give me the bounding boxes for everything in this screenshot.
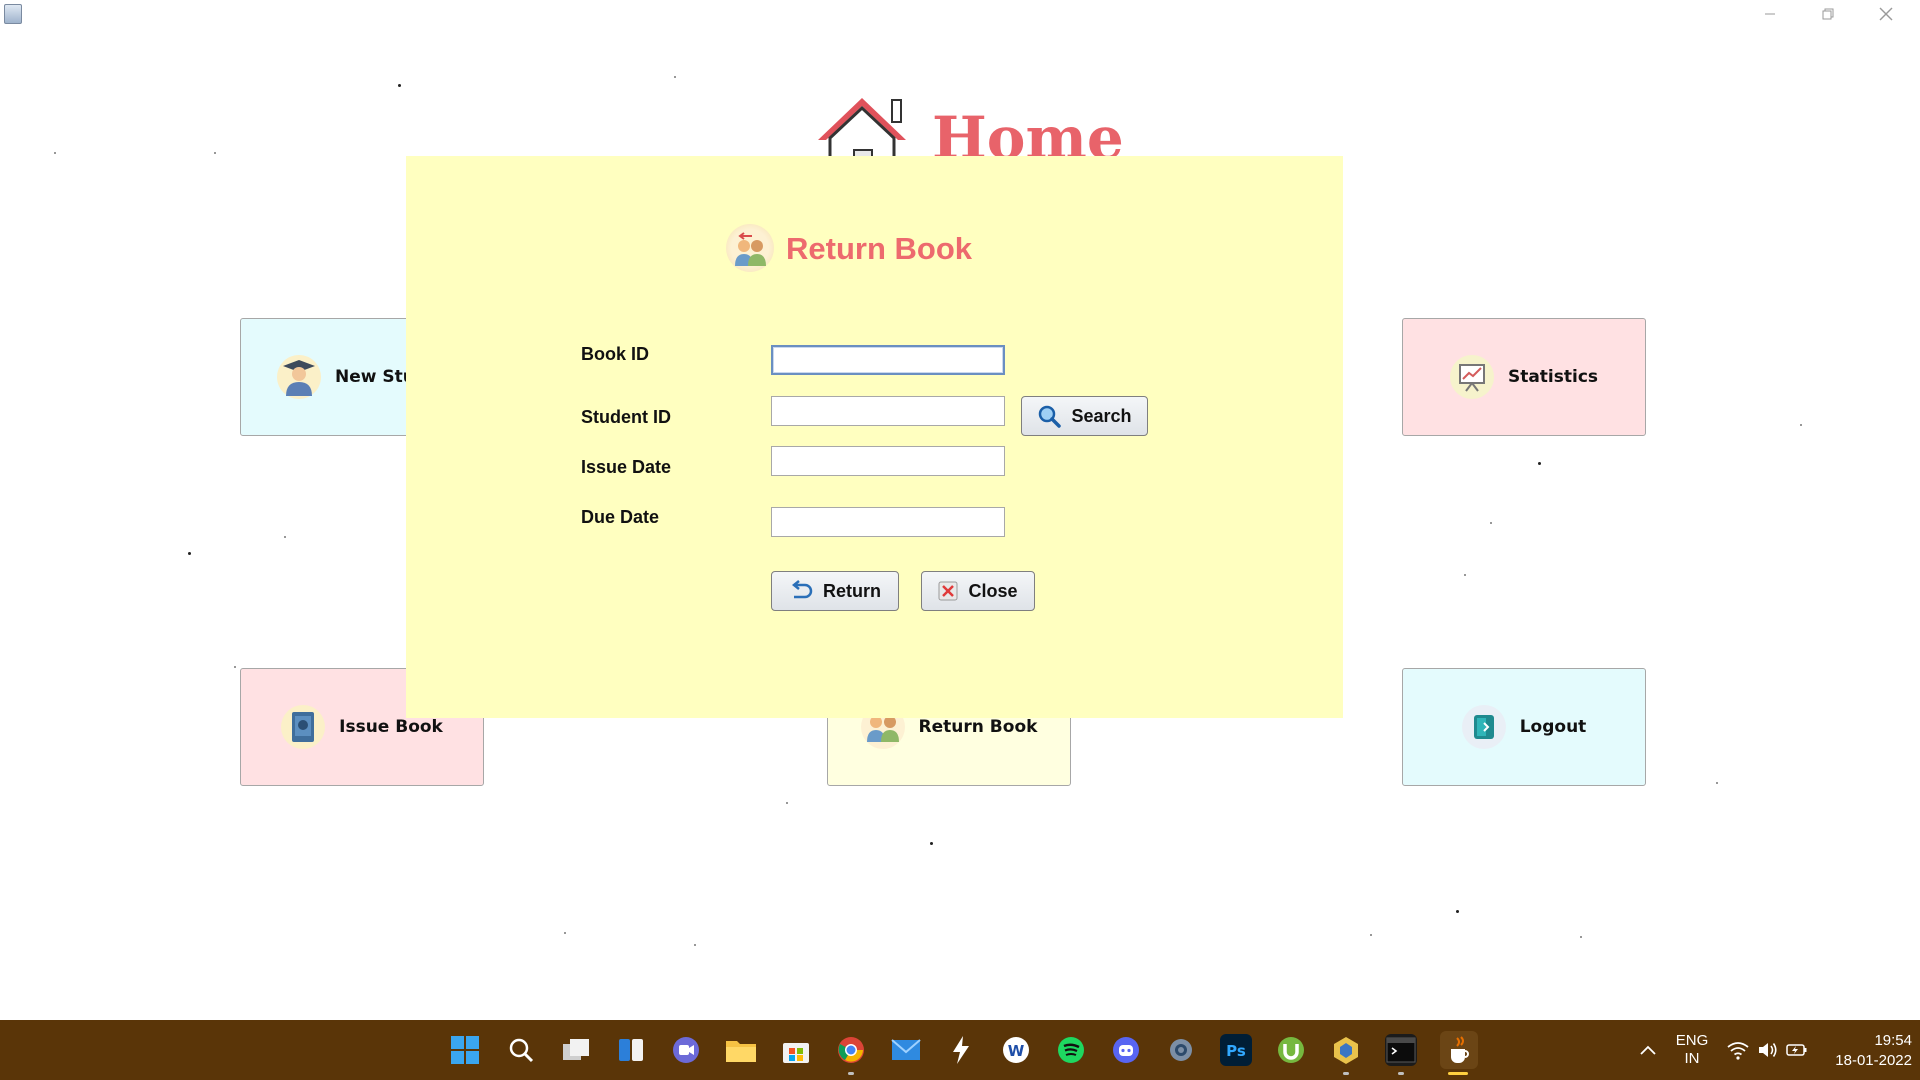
logout-icon — [1461, 705, 1506, 749]
close-button-label: Close — [968, 580, 1018, 601]
language-line1: ENG — [1675, 1032, 1709, 1049]
book-id-input[interactable] — [771, 345, 1005, 375]
home-house-icon — [812, 92, 912, 166]
language-indicator[interactable]: ENG IN — [1668, 1032, 1716, 1068]
speckle — [674, 76, 676, 78]
speckle — [234, 666, 236, 668]
return-arrow-icon — [791, 580, 813, 599]
speckle — [694, 944, 696, 946]
svg-text:W: W — [1008, 1042, 1025, 1060]
file-explorer-icon[interactable] — [725, 1034, 757, 1066]
statistics-icon — [1449, 355, 1494, 399]
issue-date-label: Issue Date — [581, 457, 672, 477]
clock[interactable]: 19:54 18-01-2022 — [1812, 1031, 1912, 1071]
speckle — [54, 152, 56, 154]
java-app-icon[interactable] — [4, 4, 22, 24]
terminal-running-indicator — [1398, 1072, 1404, 1075]
book-id-label: Book ID — [581, 344, 650, 364]
speckle — [1490, 522, 1492, 524]
microsoft-store-icon[interactable] — [780, 1034, 812, 1066]
speckle — [188, 552, 191, 555]
speckle — [284, 536, 286, 538]
minimize-icon[interactable] — [1742, 0, 1798, 28]
return-button-label: Return — [823, 580, 881, 601]
clock-date: 18-01-2022 — [1835, 1052, 1912, 1069]
dialog-title: Return Book — [786, 231, 972, 266]
search-icon — [1039, 405, 1062, 428]
speckle — [398, 84, 401, 87]
tile-new-student-label: New Stu — [335, 367, 415, 387]
speckle — [1538, 462, 1541, 465]
wifi-icon[interactable] — [1722, 1034, 1754, 1066]
virtualbox-like-icon[interactable] — [1330, 1034, 1362, 1066]
tile-statistics-label: Statistics — [1507, 367, 1599, 387]
speckle — [786, 802, 788, 804]
tile-logout[interactable]: Logout — [1402, 668, 1646, 786]
terminal-icon[interactable] — [1385, 1034, 1417, 1066]
student-icon — [277, 355, 321, 399]
issue-date-input[interactable] — [771, 446, 1005, 476]
discord-icon[interactable] — [1110, 1034, 1142, 1066]
tile-statistics[interactable]: Statistics — [1402, 318, 1646, 436]
return-book-title-icon — [726, 224, 774, 272]
due-date-input[interactable] — [771, 507, 1005, 537]
language-line2: IN — [1684, 1050, 1700, 1067]
speckle — [1716, 782, 1718, 784]
java-active-indicator — [1448, 1072, 1468, 1075]
speckle — [214, 152, 216, 154]
search-taskbar-icon[interactable] — [505, 1034, 537, 1066]
chrome-running-indicator — [848, 1072, 854, 1075]
word-like-app-icon[interactable]: W — [1000, 1034, 1032, 1066]
search-button[interactable]: Search — [1021, 396, 1148, 436]
return-button[interactable]: Return — [771, 571, 899, 611]
restore-icon[interactable] — [1800, 0, 1856, 28]
chrome-icon[interactable] — [835, 1034, 867, 1066]
task-view-icon[interactable] — [560, 1034, 592, 1066]
app-running-indicator — [1343, 1072, 1349, 1075]
speckle — [1580, 936, 1582, 938]
clock-time: 19:54 — [1874, 1032, 1912, 1049]
close-x-icon — [938, 581, 958, 601]
battery-icon[interactable] — [1781, 1034, 1813, 1066]
speckle — [930, 842, 933, 845]
bolt-app-icon[interactable] — [945, 1034, 977, 1066]
close-icon[interactable] — [1858, 0, 1914, 28]
settings-gear-icon[interactable] — [1165, 1034, 1197, 1066]
speckle — [1464, 574, 1466, 576]
widgets-icon[interactable] — [615, 1034, 647, 1066]
speckle — [1456, 910, 1459, 913]
tile-logout-label: Logout — [1519, 717, 1587, 737]
tile-return-book-label: Return Book — [918, 717, 1038, 737]
speckle — [564, 932, 566, 934]
student-id-input[interactable] — [771, 396, 1005, 426]
utorrent-icon[interactable] — [1275, 1034, 1307, 1066]
teams-chat-icon[interactable] — [670, 1034, 702, 1066]
due-date-label: Due Date — [581, 507, 660, 527]
student-id-label: Student ID — [581, 407, 671, 427]
volume-icon[interactable] — [1752, 1034, 1784, 1066]
close-button[interactable]: Close — [921, 571, 1035, 611]
windows-start-icon[interactable] — [449, 1034, 481, 1066]
photoshop-icon[interactable]: Ps — [1220, 1034, 1252, 1066]
chevron-up-icon[interactable] — [1632, 1034, 1664, 1066]
tile-issue-book-label: Issue Book — [339, 717, 443, 737]
return-book-dialog: Return Book Book ID Student ID Search Is… — [406, 156, 1343, 718]
mail-icon[interactable] — [890, 1034, 922, 1066]
speckle — [1370, 934, 1372, 936]
speckle — [1800, 424, 1802, 426]
book-icon — [281, 705, 326, 749]
spotify-icon[interactable] — [1055, 1034, 1087, 1066]
java-taskbar-icon[interactable] — [1440, 1031, 1478, 1069]
svg-text:Ps: Ps — [1226, 1042, 1246, 1060]
search-button-label: Search — [1071, 405, 1132, 426]
